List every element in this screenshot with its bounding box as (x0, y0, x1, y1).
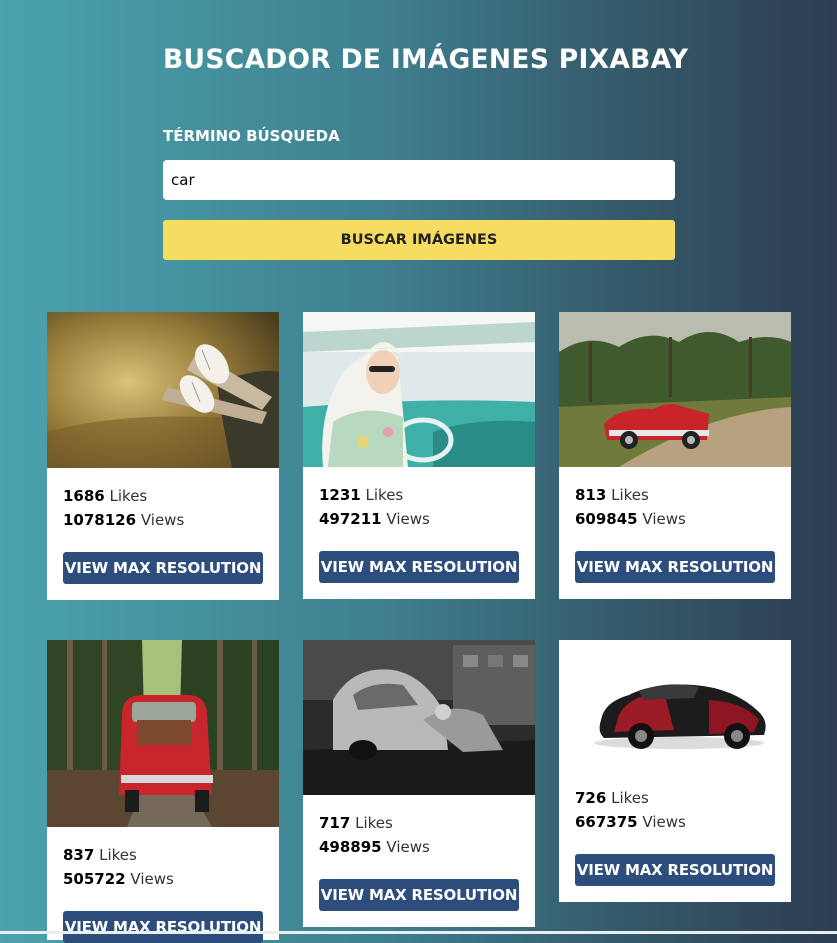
result-image[interactable] (47, 312, 279, 468)
result-image[interactable] (559, 312, 791, 467)
view-max-resolution-button[interactable]: VIEW MAX RESOLUTION (319, 879, 519, 911)
image-card: 726 Likes 667375 Views VIEW MAX RESOLUTI… (559, 640, 791, 902)
page-title: BUSCADOR DE IMÁGENES PIXABAY (163, 44, 689, 75)
search-label: TÉRMINO BÚSQUEDA (163, 127, 340, 145)
search-input[interactable] (163, 160, 675, 200)
likes-count: 726 Likes (575, 789, 649, 807)
likes-count: 837 Likes (63, 846, 137, 864)
image-card: 717 Likes 498895 Views VIEW MAX RESOLUTI… (303, 640, 535, 927)
view-max-resolution-button[interactable]: VIEW MAX RESOLUTION (575, 551, 775, 583)
result-image[interactable] (303, 312, 535, 467)
result-image[interactable] (559, 640, 791, 770)
likes-count: 717 Likes (319, 814, 393, 832)
image-card: 837 Likes 505722 Views VIEW MAX RESOLUTI… (47, 640, 279, 943)
image-card: 1686 Likes 1078126 Views VIEW MAX RESOLU… (47, 312, 279, 600)
views-count: 498895 Views (319, 838, 430, 856)
result-image[interactable] (47, 640, 279, 827)
views-count: 609845 Views (575, 510, 686, 528)
search-button[interactable]: BUSCAR IMÁGENES (163, 220, 675, 260)
view-max-resolution-button[interactable]: VIEW MAX RESOLUTION (575, 854, 775, 886)
likes-count: 1686 Likes (63, 487, 148, 505)
likes-count: 1231 Likes (319, 486, 404, 504)
image-card: 1231 Likes 497211 Views VIEW MAX RESOLUT… (303, 312, 535, 599)
image-card: 813 Likes 609845 Views VIEW MAX RESOLUTI… (559, 312, 791, 599)
view-max-resolution-button[interactable]: VIEW MAX RESOLUTION (63, 911, 263, 943)
views-count: 497211 Views (319, 510, 430, 528)
result-image[interactable] (303, 640, 535, 795)
likes-count: 813 Likes (575, 486, 649, 504)
view-max-resolution-button[interactable]: VIEW MAX RESOLUTION (319, 551, 519, 583)
views-count: 667375 Views (575, 813, 686, 831)
views-count: 505722 Views (63, 870, 174, 888)
views-count: 1078126 Views (63, 511, 185, 529)
view-max-resolution-button[interactable]: VIEW MAX RESOLUTION (63, 552, 263, 584)
